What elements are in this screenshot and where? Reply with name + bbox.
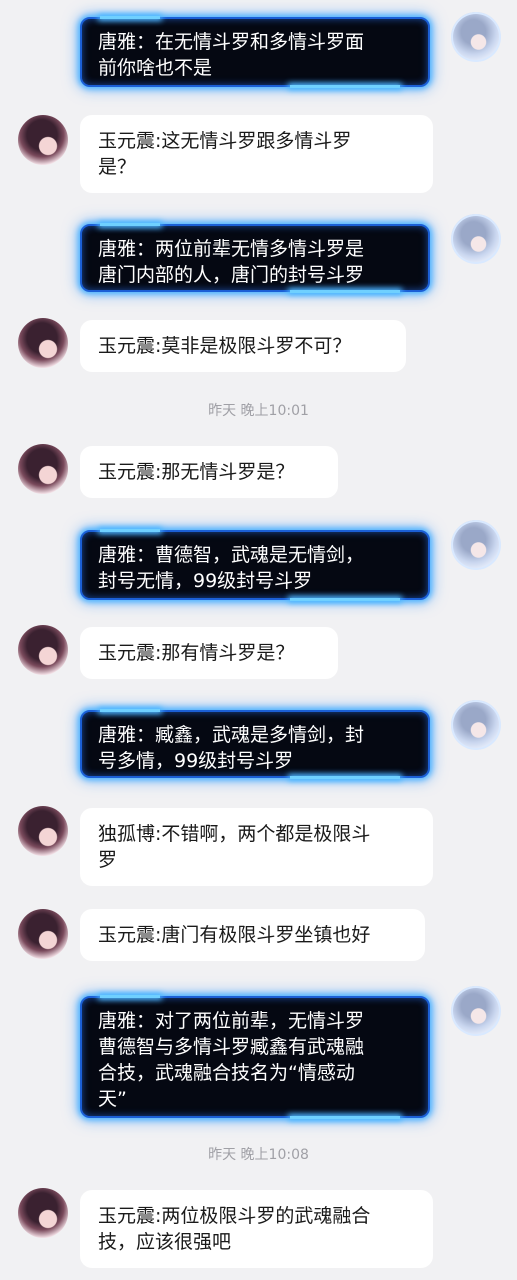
message-row: 玉元震:莫非是极限斗罗不可？ [0, 318, 517, 374]
message-text: 玉元震:唐门有极限斗罗坐镇也好 [98, 924, 371, 946]
message-row: 唐雅：对了两位前辈，无情斗罗 曹德智与多情斗罗臧鑫有武魂融 合技，武魂融合技名为… [0, 982, 517, 1119]
message-row: 唐雅：在无情斗罗和多情斗罗面 前你啥也不是 [0, 12, 517, 92]
message-text: 是？ [98, 156, 137, 178]
message-row: 独孤博:不错啊，两个都是极限斗 罗 [0, 806, 517, 886]
message-text: 前你啥也不是 [98, 57, 213, 79]
message-bubble[interactable]: 唐雅：臧鑫，武魂是多情剑，封 号多情，99级封号斗罗 [80, 709, 430, 779]
avatar[interactable] [18, 115, 68, 165]
avatar[interactable] [451, 12, 501, 62]
message-text: 唐门内部的人，唐门的封号斗罗 [98, 264, 365, 286]
message-bubble[interactable]: 玉元震:那无情斗罗是？ [80, 446, 338, 498]
avatar[interactable] [18, 318, 68, 368]
message-row: 玉元震:那有情斗罗是？ [0, 625, 517, 681]
message-text: 唐雅：在无情斗罗和多情斗罗面 [98, 31, 365, 53]
avatar[interactable] [18, 909, 68, 959]
message-bubble[interactable]: 玉元震:唐门有极限斗罗坐镇也好 [80, 909, 425, 961]
message-text: 罗 [98, 849, 118, 871]
message-bubble[interactable]: 玉元震:这无情斗罗跟多情斗罗 是？ [80, 115, 433, 193]
message-text: 玉元震:那无情斗罗是？ [98, 461, 295, 483]
avatar[interactable] [18, 1188, 68, 1238]
timestamp: 昨天 晚上10:01 [208, 403, 309, 419]
timestamp: 昨天 晚上10:08 [208, 1147, 309, 1163]
avatar[interactable] [451, 986, 501, 1036]
message-text: 玉元震:这无情斗罗跟多情斗罗 [98, 130, 352, 152]
avatar[interactable] [18, 444, 68, 494]
avatar[interactable] [18, 625, 68, 675]
message-text: 唐雅：两位前辈无情多情斗罗是 [98, 238, 365, 260]
avatar[interactable] [18, 806, 68, 856]
message-text: 唐雅：臧鑫，武魂是多情剑，封 [98, 724, 365, 746]
message-text: 曹德智与多情斗罗臧鑫有武魂融 [98, 1036, 365, 1058]
message-text: 技，应该很强吧 [98, 1231, 232, 1253]
message-text: 唐雅：曹德智，武魂是无情剑， [98, 544, 365, 566]
avatar[interactable] [451, 520, 501, 570]
message-row: 玉元震:唐门有极限斗罗坐镇也好 [0, 907, 517, 963]
message-bubble[interactable]: 玉元震:两位极限斗罗的武魂融合 技，应该很强吧 [80, 1190, 433, 1268]
message-row: 玉元震:那无情斗罗是？ [0, 444, 517, 500]
message-text: 天” [98, 1088, 127, 1110]
message-row: 玉元震:两位极限斗罗的武魂融合 技，应该很强吧 [0, 1188, 517, 1268]
message-text: 封号无情，99级封号斗罗 [98, 570, 313, 592]
message-row: 唐雅：臧鑫，武魂是多情剑，封 号多情，99级封号斗罗 [0, 698, 517, 782]
message-bubble[interactable]: 玉元震:莫非是极限斗罗不可？ [80, 320, 406, 372]
avatar[interactable] [451, 700, 501, 750]
message-bubble[interactable]: 独孤博:不错啊，两个都是极限斗 罗 [80, 808, 433, 886]
message-text: 玉元震:两位极限斗罗的武魂融合 [98, 1205, 371, 1227]
message-text: 唐雅：对了两位前辈，无情斗罗 [98, 1010, 365, 1032]
message-row: 唐雅：两位前辈无情多情斗罗是 唐门内部的人，唐门的封号斗罗 [0, 212, 517, 293]
message-bubble[interactable]: 唐雅：曹德智，武魂是无情剑， 封号无情，99级封号斗罗 [80, 529, 430, 601]
message-text: 号多情，99级封号斗罗 [98, 750, 294, 772]
message-row: 唐雅：曹德智，武魂是无情剑， 封号无情，99级封号斗罗 [0, 518, 517, 602]
avatar[interactable] [451, 214, 501, 264]
message-bubble[interactable]: 唐雅：两位前辈无情多情斗罗是 唐门内部的人，唐门的封号斗罗 [80, 223, 430, 293]
message-bubble[interactable]: 玉元震:那有情斗罗是？ [80, 627, 338, 679]
message-bubble[interactable]: 唐雅：对了两位前辈，无情斗罗 曹德智与多情斗罗臧鑫有武魂融 合技，武魂融合技名为… [80, 995, 430, 1119]
message-text: 合技，武魂融合技名为“情感动 [98, 1062, 355, 1084]
message-text: 独孤博:不错啊，两个都是极限斗 [98, 823, 371, 845]
message-row: 玉元震:这无情斗罗跟多情斗罗 是？ [0, 113, 517, 193]
message-text: 玉元震:莫非是极限斗罗不可？ [98, 335, 352, 357]
message-text: 玉元震:那有情斗罗是？ [98, 642, 295, 664]
message-bubble[interactable]: 唐雅：在无情斗罗和多情斗罗面 前你啥也不是 [80, 16, 430, 88]
